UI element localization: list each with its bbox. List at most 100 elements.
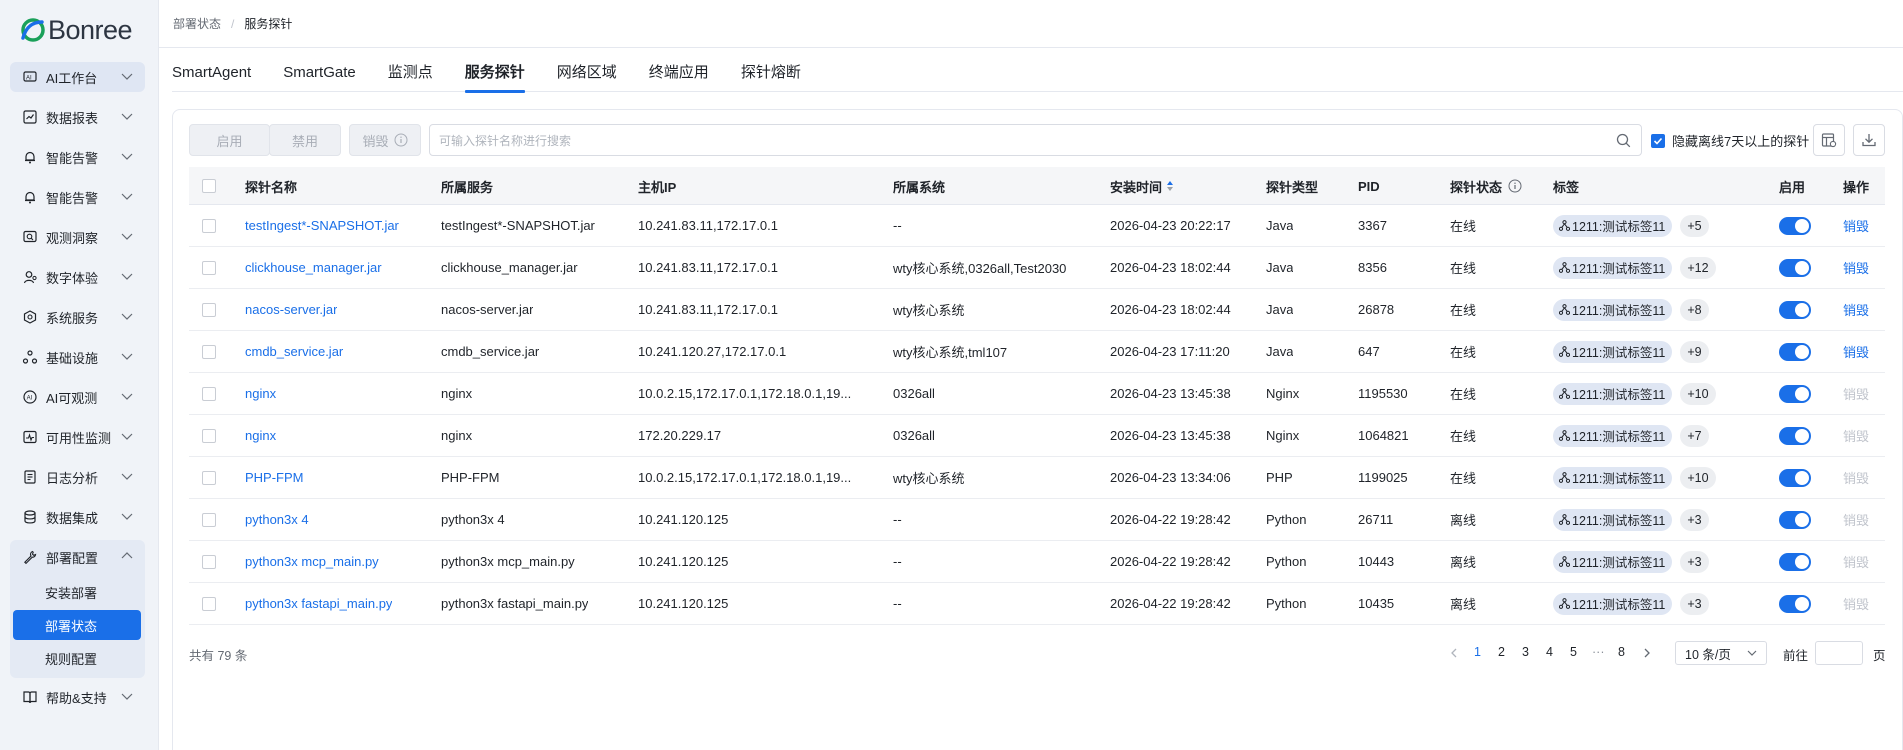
tag-badge[interactable]: 1211:测试标签11 — [1553, 424, 1673, 447]
checkbox-checked-icon[interactable] — [1651, 133, 1665, 148]
tag-badge[interactable]: 1211:测试标签11 — [1553, 340, 1673, 363]
sidebar-item-infrastructure[interactable]: 基础设施 — [10, 342, 145, 372]
checkbox[interactable] — [202, 260, 216, 275]
destroy-link[interactable]: 销毁 — [1843, 331, 1869, 372]
more-tags-badge[interactable]: +3 — [1680, 550, 1709, 573]
download-button[interactable] — [1853, 124, 1885, 156]
more-tags-badge[interactable]: +8 — [1680, 298, 1709, 321]
enable-toggle[interactable] — [1779, 510, 1811, 529]
sidebar-item-alarm[interactable]: 智能告警 — [10, 182, 145, 212]
probe-name-link[interactable]: nginx — [245, 415, 276, 456]
more-tags-badge[interactable]: +12 — [1680, 256, 1716, 279]
more-tags-badge[interactable]: +7 — [1680, 424, 1709, 447]
page-1[interactable]: 1 — [1474, 645, 1481, 659]
row-checkbox[interactable] — [202, 541, 216, 582]
page-size-select[interactable]: 10 条/页 — [1675, 641, 1767, 665]
column-settings-button[interactable] — [1813, 124, 1845, 156]
more-tags-badge[interactable]: +3 — [1680, 508, 1709, 531]
page-8[interactable]: 8 — [1618, 645, 1625, 659]
tab-monitor-point[interactable]: 监测点 — [388, 62, 433, 92]
tab-network-area[interactable]: 网络区域 — [557, 62, 617, 92]
sidebar-item-data-integration[interactable]: 数据集成 — [10, 502, 145, 532]
search-icon[interactable] — [1616, 133, 1631, 148]
probe-name-link[interactable]: python3x fastapi_main.py — [245, 583, 392, 624]
probe-name-link[interactable]: testIngest*-SNAPSHOT.jar — [245, 205, 399, 246]
col-install-time[interactable]: 安装时间 — [1110, 167, 1174, 205]
tab-smartgate[interactable]: SmartGate — [283, 62, 356, 92]
tag-badge[interactable]: 1211:测试标签11 — [1553, 298, 1673, 321]
row-checkbox[interactable] — [202, 205, 216, 246]
destroy-link[interactable]: 销毁 — [1843, 205, 1869, 246]
next-page-icon[interactable] — [1643, 648, 1651, 658]
checkbox[interactable] — [202, 554, 216, 569]
sidebar-item-book[interactable]: 帮助&支持 — [10, 682, 145, 712]
destroy-button[interactable]: 销毁 — [349, 124, 421, 156]
sidebar-item-insight[interactable]: 观测洞察 — [10, 222, 145, 252]
page-ellipsis[interactable]: ··· — [1592, 645, 1605, 659]
sidebar-subitem-install[interactable]: 安装部署 — [13, 577, 141, 607]
page-2[interactable]: 2 — [1498, 645, 1505, 659]
row-checkbox[interactable] — [202, 457, 216, 498]
more-tags-badge[interactable]: +10 — [1680, 466, 1716, 489]
enable-toggle[interactable] — [1779, 258, 1811, 277]
destroy-link[interactable]: 销毁 — [1843, 541, 1869, 582]
destroy-link[interactable]: 销毁 — [1843, 457, 1869, 498]
breadcrumb-parent[interactable]: 部署状态 — [173, 15, 221, 32]
checkbox[interactable] — [202, 218, 216, 233]
hide-offline-checkbox[interactable]: 隐藏离线7天以上的探针 — [1651, 131, 1809, 150]
tab-service-probe[interactable]: 服务探针 — [464, 62, 525, 93]
checkbox[interactable] — [202, 302, 216, 317]
tab-probe-fuse[interactable]: 探针熔断 — [741, 62, 801, 92]
more-tags-badge[interactable]: +9 — [1680, 340, 1709, 363]
sort-icon[interactable] — [1166, 180, 1174, 192]
destroy-link[interactable]: 销毁 — [1843, 499, 1869, 540]
row-checkbox[interactable] — [202, 289, 216, 330]
checkbox[interactable] — [202, 512, 216, 527]
sidebar-item-alarm[interactable]: 智能告警 — [10, 142, 145, 172]
enable-toggle[interactable] — [1779, 594, 1811, 613]
sidebar-item-user-experience[interactable]: 数字体验 — [10, 262, 145, 292]
checkbox[interactable] — [202, 428, 216, 443]
probe-name-link[interactable]: clickhouse_manager.jar — [245, 247, 382, 288]
select-all-checkbox[interactable] — [202, 167, 216, 205]
enable-toggle[interactable] — [1779, 468, 1811, 487]
enable-toggle[interactable] — [1779, 216, 1811, 235]
page-4[interactable]: 4 — [1546, 645, 1553, 659]
row-checkbox[interactable] — [202, 415, 216, 456]
checkbox[interactable] — [202, 179, 216, 193]
bonree-logo[interactable]: Bonree — [20, 14, 133, 46]
goto-page-input[interactable] — [1815, 641, 1863, 665]
sidebar-item-log[interactable]: 日志分析 — [10, 462, 145, 492]
probe-name-link[interactable]: python3x mcp_main.py — [245, 541, 379, 582]
destroy-link[interactable]: 销毁 — [1843, 373, 1869, 414]
tag-badge[interactable]: 1211:测试标签11 — [1553, 256, 1673, 279]
enable-toggle[interactable] — [1779, 426, 1811, 445]
prev-page-icon[interactable] — [1450, 648, 1458, 658]
tag-badge[interactable]: 1211:测试标签11 — [1553, 550, 1673, 573]
probe-name-link[interactable]: nginx — [245, 373, 276, 414]
row-checkbox[interactable] — [202, 499, 216, 540]
more-tags-badge[interactable]: +3 — [1680, 592, 1709, 615]
destroy-link[interactable]: 销毁 — [1843, 247, 1869, 288]
enable-button[interactable]: 启用 — [189, 124, 270, 156]
info-icon[interactable] — [1508, 179, 1522, 193]
checkbox[interactable] — [202, 386, 216, 401]
search-input[interactable]: 可输入探针名称进行搜索 — [429, 124, 1642, 156]
checkbox[interactable] — [202, 596, 216, 611]
sidebar-item-wrench[interactable]: 部署配置 — [10, 542, 145, 572]
probe-name-link[interactable]: cmdb_service.jar — [245, 331, 343, 372]
tag-badge[interactable]: 1211:测试标签11 — [1553, 214, 1673, 237]
checkbox[interactable] — [202, 344, 216, 359]
sidebar-item-chart[interactable]: 数据报表 — [10, 102, 145, 132]
probe-name-link[interactable]: nacos-server.jar — [245, 289, 337, 330]
row-checkbox[interactable] — [202, 331, 216, 372]
destroy-link[interactable]: 销毁 — [1843, 289, 1869, 330]
tab-terminal-app[interactable]: 终端应用 — [649, 62, 709, 92]
sidebar-subitem-rule-config[interactable]: 规则配置 — [13, 643, 141, 673]
page-3[interactable]: 3 — [1522, 645, 1529, 659]
sidebar-item-ai-workbench[interactable]: AI AI工作台 — [10, 62, 145, 92]
sidebar-item-ai-observe[interactable]: AI AI可观测 — [10, 382, 145, 412]
row-checkbox[interactable] — [202, 247, 216, 288]
destroy-link[interactable]: 销毁 — [1843, 415, 1869, 456]
enable-toggle[interactable] — [1779, 300, 1811, 319]
